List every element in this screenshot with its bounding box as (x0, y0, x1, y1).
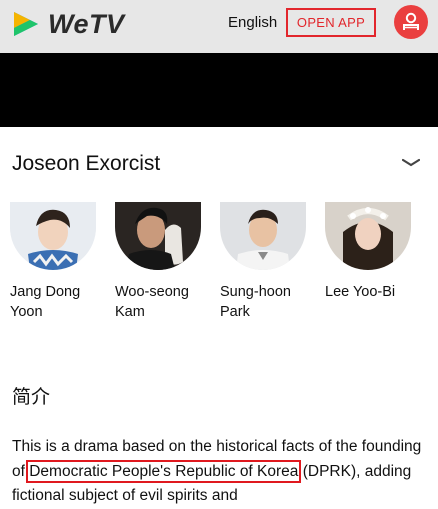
highlighted-text: Democratic People's Republic of Korea (26, 459, 302, 483)
cast-name: Jang Dong Yoon (10, 284, 81, 320)
language-selector[interactable]: English (228, 14, 277, 31)
user-account-button[interactable] (394, 5, 428, 39)
brand-name[interactable]: WeTV (48, 9, 125, 40)
chevron-down-icon[interactable] (402, 158, 420, 168)
cast-name: Lee Yoo-Bi (325, 284, 396, 300)
open-app-button[interactable]: OPEN APP (286, 8, 376, 37)
cast-member[interactable]: Jang Dong Yoon (10, 202, 110, 322)
video-player[interactable] (0, 53, 438, 127)
user-icon (403, 12, 419, 30)
show-title: Joseon Exorcist (12, 152, 161, 175)
cast-photo[interactable] (325, 202, 411, 270)
cast-name: Woo-seong Kam (115, 284, 189, 320)
cast-photo[interactable] (220, 202, 306, 270)
cast-photo[interactable] (10, 202, 96, 270)
wetv-logo-icon[interactable] (10, 8, 42, 40)
cast-name: Sung-hoon Park (220, 284, 291, 320)
synopsis-text: This is a drama based on the historical … (12, 435, 432, 509)
intro-heading: 简介 (12, 387, 51, 408)
cast-member[interactable]: Sung-hoon Park (220, 202, 320, 322)
cast-member[interactable]: Lee Yoo-Bi (325, 202, 425, 302)
cast-photo[interactable] (115, 202, 201, 270)
cast-member[interactable]: Woo-seong Kam (115, 202, 215, 322)
top-nav-bar: WeTV English OPEN APP (0, 0, 438, 53)
